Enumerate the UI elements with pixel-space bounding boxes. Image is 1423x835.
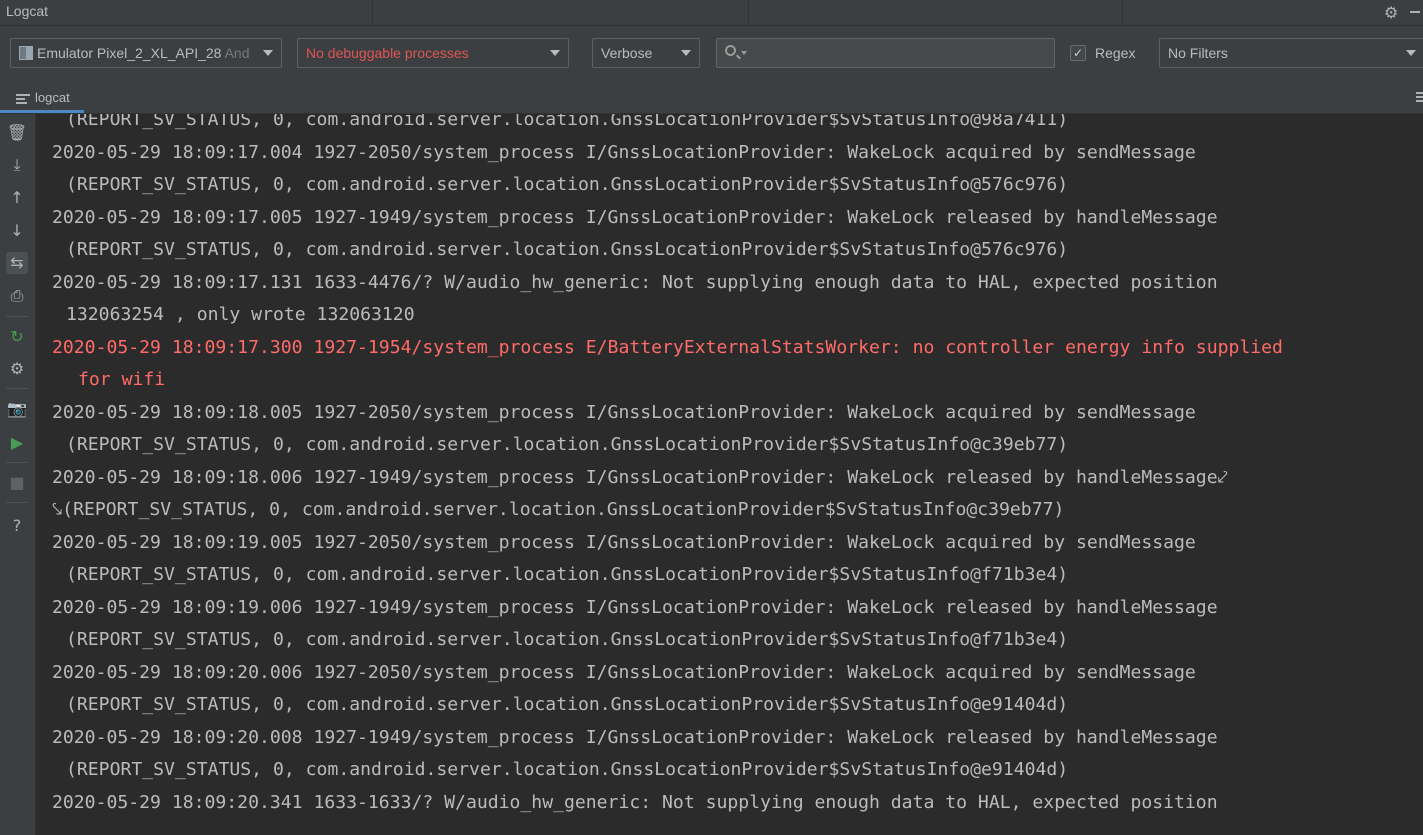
log-line: 2020-05-29 18:09:20.341 1633-1633/? W/au…	[52, 791, 1218, 813]
toolbar-divider	[6, 502, 28, 503]
settings-icon[interactable]: ⚙	[6, 358, 28, 380]
filter-selector[interactable]: No Filters	[1159, 38, 1423, 68]
log-line: 132063254 , only wrote 132063120	[66, 304, 415, 325]
screen-record-icon[interactable]: ▶	[6, 432, 28, 454]
device-suffix: And	[221, 45, 250, 61]
device-name: Emulator Pixel_2_XL_API_28	[37, 45, 222, 61]
log-line: 2020-05-29 18:09:17.005 1927-1949/system…	[52, 206, 1218, 228]
gear-icon[interactable]: ⚙	[1384, 3, 1398, 22]
lines-icon	[16, 94, 30, 104]
logcat-window: Logcat ⚙ Emulator Pixel_2_XL_API_28 And …	[0, 0, 1423, 835]
log-line: 2020-05-29 18:09:17.300 1927-1954/system…	[52, 336, 1283, 358]
title-divider	[748, 0, 749, 26]
up-arrow-icon[interactable]: ↑	[6, 187, 28, 209]
menu-icon[interactable]	[1416, 92, 1423, 104]
log-line: for wifi	[78, 369, 166, 390]
device-icon	[19, 46, 33, 60]
scroll-to-end-icon[interactable]: ⤓	[6, 154, 28, 176]
log-line: 2020-05-29 18:09:17.004 1927-2050/system…	[52, 141, 1196, 163]
log-line: 2020-05-29 18:09:19.006 1927-1949/system…	[52, 596, 1218, 618]
chevron-down-icon	[550, 50, 560, 56]
regex-checkbox[interactable]: ✓	[1070, 45, 1086, 61]
restart-icon[interactable]: ↻	[6, 326, 28, 348]
log-output[interactable]: (REPORT_SV_STATUS, 0, com.android.server…	[36, 114, 1423, 835]
search-icon[interactable]	[725, 45, 736, 56]
search-input[interactable]	[749, 43, 1049, 63]
log-line: (REPORT_SV_STATUS, 0, com.android.server…	[66, 114, 1069, 130]
chevron-down-icon	[681, 50, 691, 56]
log-line: 2020-05-29 18:09:19.005 1927-2050/system…	[52, 531, 1196, 553]
log-line: (REPORT_SV_STATUS, 0, com.android.server…	[66, 239, 1069, 260]
tab-label: logcat	[35, 90, 70, 105]
title-divider	[372, 0, 373, 26]
process-label: No debuggable processes	[306, 45, 469, 61]
log-line: (REPORT_SV_STATUS, 0, com.android.server…	[66, 434, 1069, 455]
toolbar-divider	[6, 462, 28, 463]
chevron-down-icon	[263, 50, 273, 56]
tab-logcat[interactable]: logcat	[0, 82, 84, 113]
log-line: 2020-05-29 18:09:18.005 1927-2050/system…	[52, 401, 1196, 423]
log-line: (REPORT_SV_STATUS, 0, com.android.server…	[66, 174, 1069, 195]
process-selector[interactable]: No debuggable processes	[297, 38, 569, 68]
log-line: (REPORT_SV_STATUS, 0, com.android.server…	[66, 694, 1069, 715]
log-line: 2020-05-29 18:09:17.131 1633-4476/? W/au…	[52, 271, 1218, 293]
log-line: (REPORT_SV_STATUS, 0, com.android.server…	[66, 564, 1069, 585]
title-divider	[1122, 0, 1123, 26]
log-line: 2020-05-29 18:09:20.008 1927-1949/system…	[52, 726, 1218, 748]
device-selector[interactable]: Emulator Pixel_2_XL_API_28 And	[10, 38, 282, 68]
log-line: 2020-05-29 18:09:20.006 1927-2050/system…	[52, 661, 1196, 683]
toolbar-divider	[6, 388, 28, 389]
log-level-label: Verbose	[601, 45, 653, 61]
search-history-icon[interactable]	[741, 51, 747, 55]
logcat-side-toolbar: 🗑 ⤓ ↑ ↓ ⇆ ⎙ ↻ ⚙ 📷 ▶ ■ ?	[0, 114, 36, 835]
screenshot-icon[interactable]: 📷	[6, 398, 28, 420]
title-bar: Logcat ⚙	[0, 0, 1423, 26]
log-line: (REPORT_SV_STATUS, 0, com.android.server…	[66, 629, 1069, 650]
minimize-icon[interactable]	[1410, 11, 1420, 13]
chevron-down-icon	[1406, 50, 1416, 56]
filter-label: No Filters	[1168, 45, 1228, 61]
log-line: 2020-05-29 18:09:18.006 1927-1949/system…	[52, 466, 1228, 488]
stop-icon[interactable]: ■	[6, 472, 28, 494]
search-field[interactable]	[716, 38, 1055, 68]
toolbar-divider	[6, 316, 28, 317]
tab-strip: logcat	[0, 82, 1423, 114]
log-lines: (REPORT_SV_STATUS, 0, com.android.server…	[52, 114, 1283, 819]
soft-wrap-icon[interactable]: ⇆	[6, 252, 28, 274]
regex-label[interactable]: Regex	[1095, 45, 1135, 61]
down-arrow-icon[interactable]: ↓	[6, 220, 28, 242]
log-line: ⤥(REPORT_SV_STATUS, 0, com.android.serve…	[52, 499, 1065, 520]
trash-icon[interactable]: 🗑	[6, 122, 28, 144]
window-title: Logcat	[6, 3, 49, 19]
log-level-selector[interactable]: Verbose	[592, 38, 700, 68]
print-icon[interactable]: ⎙	[6, 285, 28, 307]
logcat-toolbar: Emulator Pixel_2_XL_API_28 And No debugg…	[0, 26, 1423, 82]
log-line: (REPORT_SV_STATUS, 0, com.android.server…	[66, 759, 1069, 780]
help-icon[interactable]: ?	[6, 515, 28, 537]
